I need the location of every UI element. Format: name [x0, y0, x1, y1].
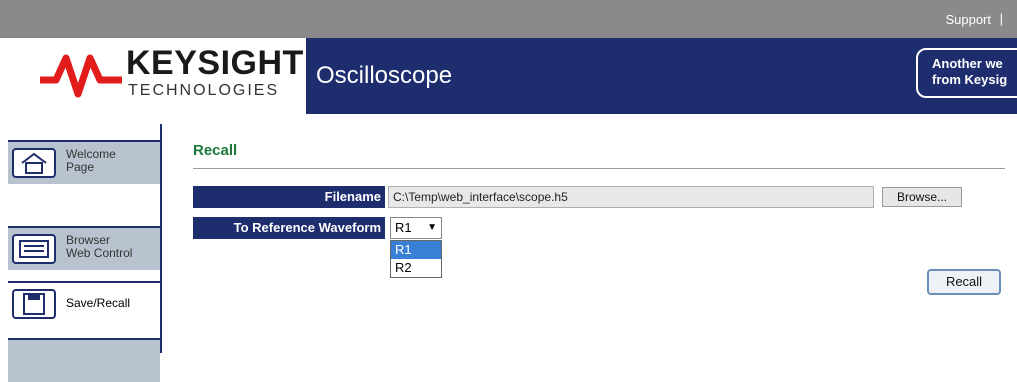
- reference-waveform-label: To Reference Waveform: [193, 217, 385, 239]
- sidebar-divider: [160, 124, 162, 353]
- browse-button[interactable]: Browse...: [882, 187, 962, 207]
- sidebar-item-welcome[interactable]: Welcome Page: [8, 140, 160, 184]
- support-link[interactable]: Support: [945, 12, 991, 27]
- keysight-wave-icon: [40, 54, 122, 98]
- monitor-icon: [12, 234, 56, 264]
- chevron-down-icon: ▼: [427, 222, 437, 233]
- floppy-disk-icon: [12, 289, 56, 319]
- sidebar-item-label: Welcome Page: [66, 147, 116, 174]
- sidebar-item-save-recall[interactable]: Save/Recall: [8, 281, 160, 325]
- sidebar: Welcome Page Browser Web Control Save/Re…: [8, 124, 162, 382]
- sidebar-item-label: Browser Web Control: [66, 233, 133, 260]
- separator: |: [999, 11, 1003, 26]
- filename-label: Filename: [193, 186, 385, 208]
- filename-field[interactable]: C:\Temp\web_interface\scope.h5: [388, 186, 874, 208]
- promo-line-1: Another we: [932, 56, 1003, 71]
- page-title: Recall: [193, 142, 238, 159]
- brand-name: KEYSIGHT: [126, 44, 304, 82]
- home-icon: [12, 148, 56, 178]
- sidebar-item-next[interactable]: [8, 338, 160, 382]
- brand-subtitle: TECHNOLOGIES: [128, 82, 280, 99]
- recall-button[interactable]: Recall: [927, 269, 1001, 295]
- promo-badge[interactable]: Another we from Keysig: [916, 48, 1017, 98]
- title-divider: [193, 168, 1005, 169]
- dropdown-option-r1[interactable]: R1: [391, 241, 441, 259]
- promo-line-2: from Keysig: [932, 72, 1008, 87]
- product-banner: Oscilloscope Another we from Keysig: [306, 38, 1017, 114]
- sidebar-item-browser-web-control[interactable]: Browser Web Control: [8, 226, 160, 270]
- dropdown-option-r2[interactable]: R2: [391, 259, 441, 277]
- selected-value: R1: [395, 220, 412, 235]
- keysight-logo: KEYSIGHT TECHNOLOGIES: [8, 38, 304, 114]
- top-utility-bar: Support |: [0, 0, 1017, 38]
- reference-waveform-select[interactable]: R1 ▼: [390, 217, 442, 239]
- reference-waveform-dropdown: R1 R2: [390, 240, 442, 278]
- product-title: Oscilloscope: [316, 62, 453, 89]
- sidebar-item-label: Save/Recall: [66, 296, 131, 310]
